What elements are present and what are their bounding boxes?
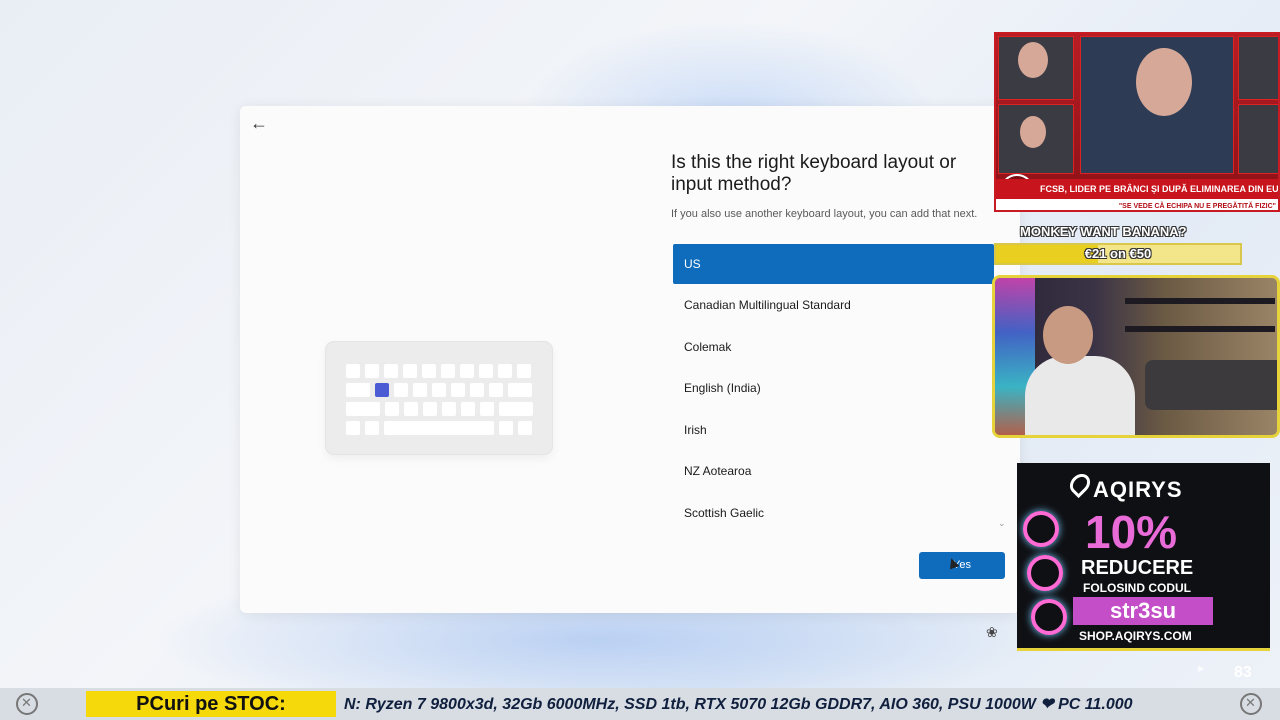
keyboard-key <box>423 402 437 416</box>
shelf <box>1125 326 1275 332</box>
fan-icon <box>1027 555 1063 591</box>
keyboard-key <box>346 402 380 416</box>
keyboard-key <box>441 364 455 378</box>
page-subtitle: If you also use another keyboard layout,… <box>671 208 978 220</box>
ad-line2: FOLOSIND CODUL <box>1083 581 1191 595</box>
keyboard-key <box>461 402 475 416</box>
layout-option-irish[interactable]: Irish <box>673 410 994 450</box>
layout-option-us[interactable]: US <box>673 244 994 284</box>
shelf <box>1125 298 1275 304</box>
layout-option-colemak[interactable]: Colemak <box>673 327 994 367</box>
sofa <box>1145 360 1277 410</box>
ad-brand: AQIRYS <box>1093 477 1183 502</box>
sponsor-ad: AQIRYS 10% REDUCERE FOLOSIND CODUL str3s… <box>1017 463 1270 651</box>
camera-tile <box>1238 36 1278 100</box>
speaker-face <box>1020 116 1046 148</box>
keyboard-key <box>404 402 418 416</box>
ticker-text: N: Ryzen 7 9800x3d, 32Gb 6000MHz, SSD 1t… <box>344 696 1133 713</box>
keyboard-key <box>442 402 456 416</box>
crossed-wrench-icon <box>16 693 38 715</box>
keyboard-key <box>451 383 465 397</box>
keyboard-key <box>470 383 484 397</box>
keyboard-key <box>489 383 503 397</box>
keyboard-key <box>460 364 474 378</box>
crossed-wrench-icon <box>1240 693 1262 715</box>
keyboard-key <box>403 364 417 378</box>
keyboard-key <box>498 364 512 378</box>
keyboard-key <box>480 402 494 416</box>
keyboard-key <box>384 421 494 435</box>
keyboard-key <box>499 421 513 435</box>
keyboard-key <box>384 364 398 378</box>
layout-option-scottish-gaelic[interactable]: Scottish Gaelic <box>673 493 994 533</box>
keyboard-key <box>499 402 533 416</box>
layout-option-english-india[interactable]: English (India) <box>673 368 994 408</box>
keyboard-key <box>518 421 532 435</box>
layout-option-canadian-multilingual[interactable]: Canadian Multilingual Standard <box>673 285 994 325</box>
arrow-left-icon[interactable]: ← <box>248 112 270 134</box>
news-headline: FCSB, LIDER PE BRÂNCI ȘI DUPĂ ELIMINAREA… <box>996 179 1278 199</box>
ad-discount: 10% <box>1085 506 1178 558</box>
ad-code: str3su <box>1073 597 1213 625</box>
fan-icon <box>1023 511 1059 547</box>
keyboard-key <box>365 364 379 378</box>
keyboard-key <box>385 402 399 416</box>
camera-tile <box>1238 104 1278 174</box>
ad-url: SHOP.AQIRYS.COM <box>1079 629 1192 643</box>
streamer-body <box>1025 356 1135 435</box>
yes-button[interactable]: Yes <box>919 552 1005 579</box>
keyboard-key <box>479 364 493 378</box>
keyboard-key <box>413 383 427 397</box>
fan-icon <box>1031 599 1067 635</box>
highlighted-key <box>375 383 389 397</box>
accessibility-icon[interactable]: ❀ <box>986 624 998 641</box>
keyboard-key <box>508 383 532 397</box>
donation-goal-bar: €21 on €50 <box>994 243 1242 265</box>
keyboard-key <box>517 364 531 378</box>
live-icon: ▶ <box>1198 664 1205 673</box>
page-title: Is this the right keyboard layout or inp… <box>671 152 957 195</box>
scroll-down-icon[interactable]: ⌄ <box>998 518 1006 529</box>
ticker-label: PCuri pe STOC: <box>86 691 336 717</box>
news-camera-feed: FCSB, LIDER PE BRÂNCI ȘI DUPĂ ELIMINAREA… <box>994 32 1280 212</box>
layout-option-nz-aotearoa[interactable]: NZ Aotearoa <box>673 451 994 491</box>
donation-goal-text: €21 on €50 <box>1084 246 1152 261</box>
donation-goal-title: MONKEY WANT BANANA? <box>1020 224 1187 239</box>
ad-line1: REDUCERE <box>1081 557 1194 579</box>
keyboard-illustration <box>326 342 552 454</box>
viewer-count: 83 <box>1234 664 1252 681</box>
streamer-webcam <box>992 275 1280 438</box>
bottom-ticker: PCuri pe STOC: N: Ryzen 7 9800x3d, 32Gb … <box>0 688 1280 720</box>
speaker-face <box>1136 48 1192 116</box>
news-quote: "SE VEDE CĂ ECHIPA NU E PREGĂTITĂ FIZIC" <box>996 199 1278 210</box>
aqirys-logo-icon <box>1065 469 1095 499</box>
keyboard-key <box>346 383 370 397</box>
speaker-face <box>1018 42 1048 78</box>
keyboard-key <box>346 421 360 435</box>
keyboard-key <box>422 364 436 378</box>
keyboard-key <box>346 364 360 378</box>
keyboard-key <box>365 421 379 435</box>
streamer-head <box>1043 306 1093 364</box>
keyboard-layout-list[interactable]: US Canadian Multilingual Standard Colema… <box>671 242 996 534</box>
keyboard-layout-dialog: ← Is this the right keyboard layout or i… <box>240 106 1020 613</box>
keyboard-key <box>432 383 446 397</box>
keyboard-key <box>394 383 408 397</box>
